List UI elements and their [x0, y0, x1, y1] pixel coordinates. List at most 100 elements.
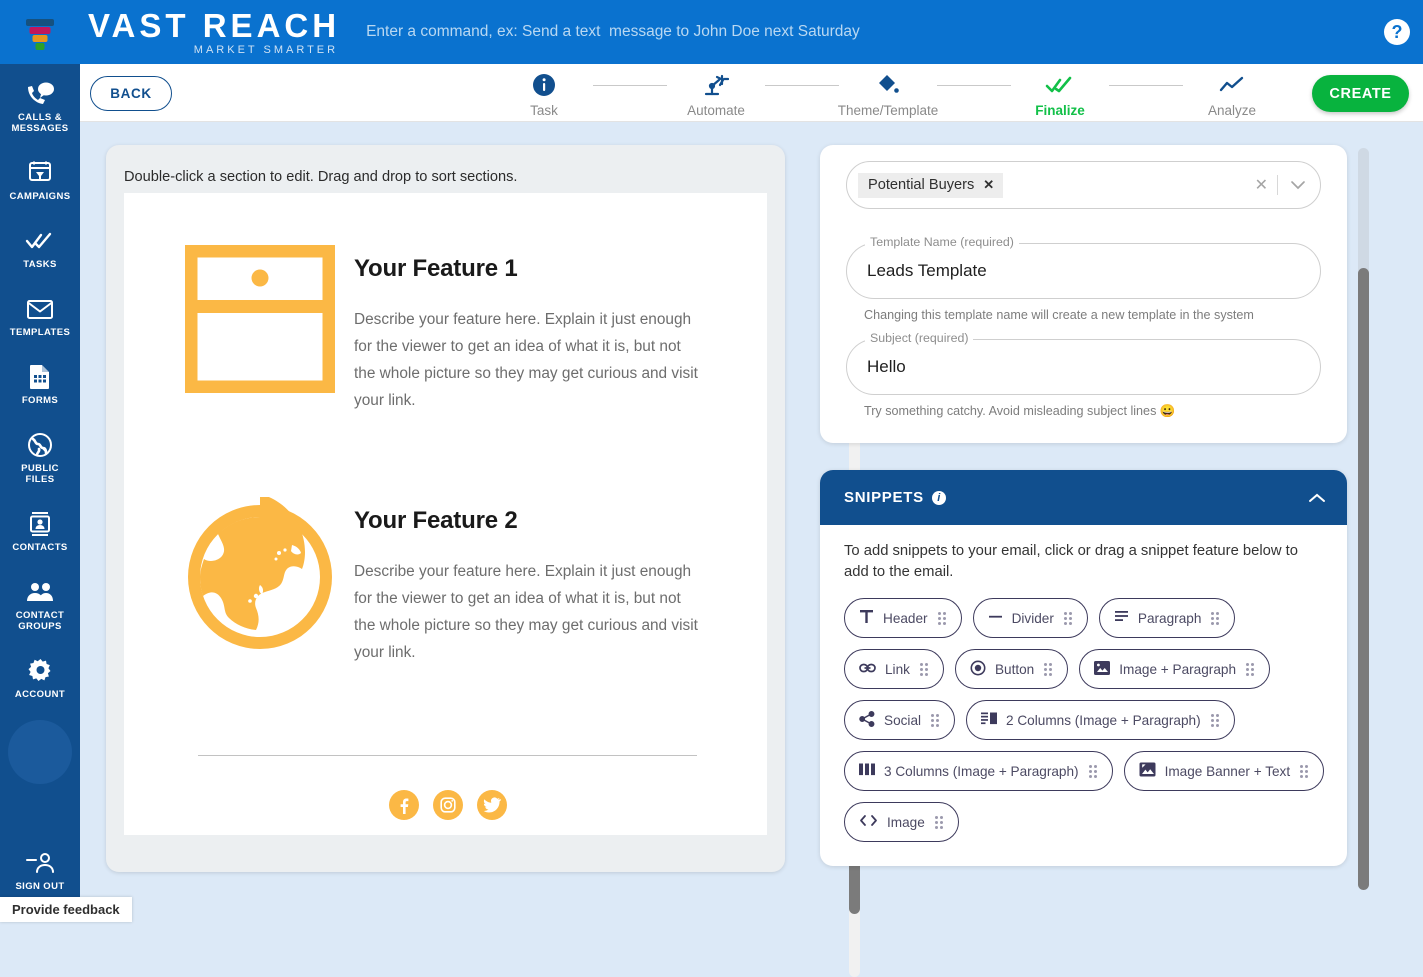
avatar[interactable]	[8, 720, 72, 784]
link-icon	[859, 661, 876, 678]
command-input-hint[interactable]: Enter a command, ex: Send a text message…	[366, 23, 860, 41]
info-icon[interactable]: i	[932, 491, 946, 505]
image-icon	[1094, 661, 1110, 678]
drag-handle-icon[interactable]	[1211, 612, 1220, 625]
drag-handle-icon[interactable]	[1064, 612, 1073, 625]
snippet-chip-button[interactable]: Button	[955, 649, 1068, 689]
step-connector	[937, 85, 1011, 86]
snippet-chip-image[interactable]: Image	[844, 802, 959, 842]
step-task[interactable]: Task	[495, 72, 593, 118]
forms-icon	[29, 363, 51, 391]
sign-out-icon	[25, 849, 55, 877]
snippet-chip-label: Image	[887, 815, 925, 830]
audience-chip-label: Potential Buyers	[868, 177, 974, 193]
snippet-chip-label: Divider	[1012, 611, 1054, 626]
sidebar-item-label: SIGN OUT	[15, 881, 64, 892]
snippets-header[interactable]: SNIPPETS i	[820, 470, 1347, 525]
step-automate[interactable]: Automate	[667, 72, 765, 118]
step-connector	[765, 85, 839, 86]
help-icon[interactable]: ?	[1384, 19, 1410, 45]
sidebar-item-public-files[interactable]: PUBLIC FILES	[0, 412, 80, 491]
line-chart-icon	[1219, 72, 1245, 98]
drag-handle-icon[interactable]	[935, 816, 944, 829]
snippet-chip-header[interactable]: Header	[844, 598, 962, 638]
clear-icon[interactable]: ✕	[1255, 175, 1268, 195]
step-finalize[interactable]: Finalize	[1011, 72, 1109, 118]
drag-handle-icon[interactable]	[938, 612, 947, 625]
drag-handle-icon[interactable]	[1044, 663, 1053, 676]
sidebar-item-label: TASKS	[23, 259, 57, 270]
drag-handle-icon[interactable]	[1211, 714, 1220, 727]
snippet-chip-label: Image + Paragraph	[1119, 662, 1236, 677]
step-theme-template[interactable]: Theme/Template	[839, 72, 937, 118]
snippet-chip-label: Link	[885, 662, 910, 677]
subject-field[interactable]: Subject (required)	[846, 339, 1321, 395]
template-name-input[interactable]	[867, 261, 1300, 281]
contacts-icon	[28, 510, 52, 538]
sidebar-item-label: CONTACTS	[12, 542, 67, 553]
snippet-chip-social[interactable]: Social	[844, 700, 955, 740]
email-section-feature-1[interactable]: Your Feature 1 Describe your feature her…	[166, 239, 729, 415]
sidebar-item-contacts[interactable]: CONTACTS	[0, 491, 80, 559]
sidebar-item-templates[interactable]: TEMPLATES	[0, 276, 80, 344]
paint-bucket-icon	[876, 72, 900, 98]
audience-chip[interactable]: Potential Buyers ✕	[858, 173, 1003, 198]
sidebar-item-sign-out[interactable]: SIGN OUT	[0, 842, 80, 898]
snippet-chip-3-columns[interactable]: 3 Columns (Image + Paragraph)	[844, 751, 1113, 791]
right-scrollbar-thumb[interactable]	[1358, 268, 1369, 890]
chevron-down-icon[interactable]	[1290, 180, 1306, 190]
twitter-icon[interactable]	[477, 790, 507, 820]
snippet-chip-link[interactable]: Link	[844, 649, 944, 689]
create-button[interactable]: CREATE	[1312, 75, 1409, 112]
button-radio-icon	[970, 660, 986, 679]
snippet-chip-divider[interactable]: Divider	[973, 598, 1088, 638]
snippet-chip-2-columns[interactable]: 2 Columns (Image + Paragraph)	[966, 700, 1235, 740]
brand-tagline: MARKET SMARTER	[88, 45, 338, 56]
text-t-icon	[859, 609, 874, 627]
email-preview-panel: Double-click a section to edit. Drag and…	[106, 145, 785, 872]
step-label: Analyze	[1208, 103, 1256, 118]
email-section-feature-2[interactable]: Your Feature 2 Describe your feature her…	[166, 491, 729, 667]
top-bar: VAST REACH MARKET SMARTER Enter a comman…	[0, 0, 1423, 64]
snippet-chip-image-paragraph[interactable]: Image + Paragraph	[1079, 649, 1270, 689]
back-button[interactable]: BACK	[90, 76, 172, 111]
snippets-card: SNIPPETS i To add snippets to your email…	[820, 470, 1347, 866]
provide-feedback-button[interactable]: Provide feedback	[0, 897, 132, 922]
sidebar-item-label: CALLS & MESSAGES	[11, 112, 68, 134]
sidebar-item-account[interactable]: ACCOUNT	[0, 638, 80, 706]
share-icon	[859, 711, 875, 730]
paragraph-icon	[1114, 609, 1129, 627]
facebook-icon[interactable]	[389, 790, 419, 820]
drag-handle-icon[interactable]	[1089, 765, 1098, 778]
email-section-social[interactable]	[166, 790, 729, 820]
email-canvas[interactable]: Your Feature 1 Describe your feature her…	[124, 193, 767, 835]
drag-handle-icon[interactable]	[931, 714, 940, 727]
sidebar-item-tasks[interactable]: TASKS	[0, 208, 80, 276]
sidebar-item-campaigns[interactable]: CAMPAIGNS	[0, 140, 80, 208]
snippet-chip-label: Button	[995, 662, 1034, 677]
sidebar-item-contact-groups[interactable]: CONTACT GROUPS	[0, 559, 80, 638]
sidebar-item-calls-messages[interactable]: CALLS & MESSAGES	[0, 64, 80, 140]
close-icon[interactable]: ✕	[983, 177, 994, 193]
sidebar-item-label: CONTACT GROUPS	[16, 610, 65, 632]
snippet-chip-image-banner-text[interactable]: Image Banner + Text	[1124, 751, 1325, 791]
template-name-field[interactable]: Template Name (required)	[846, 243, 1321, 299]
snippet-chip-label: 2 Columns (Image + Paragraph)	[1006, 713, 1201, 728]
sidebar-item-label: ACCOUNT	[15, 689, 65, 700]
drag-handle-icon[interactable]	[1246, 663, 1255, 676]
two-columns-icon	[981, 712, 997, 729]
chevron-up-icon[interactable]	[1307, 492, 1327, 504]
step-analyze[interactable]: Analyze	[1183, 72, 1281, 118]
drag-handle-icon[interactable]	[920, 663, 929, 676]
instagram-icon[interactable]	[433, 790, 463, 820]
snippet-chip-paragraph[interactable]: Paragraph	[1099, 598, 1235, 638]
info-icon	[533, 72, 555, 98]
app-logo-icon[interactable]	[0, 0, 80, 64]
tasks-icon	[25, 227, 55, 255]
drag-handle-icon[interactable]	[1300, 765, 1309, 778]
email-divider	[198, 755, 697, 756]
brand-name: VAST REACH	[88, 9, 340, 42]
sidebar-item-forms[interactable]: FORMS	[0, 344, 80, 412]
audience-select[interactable]: Potential Buyers ✕ ✕	[846, 161, 1321, 209]
subject-input[interactable]	[867, 357, 1300, 377]
